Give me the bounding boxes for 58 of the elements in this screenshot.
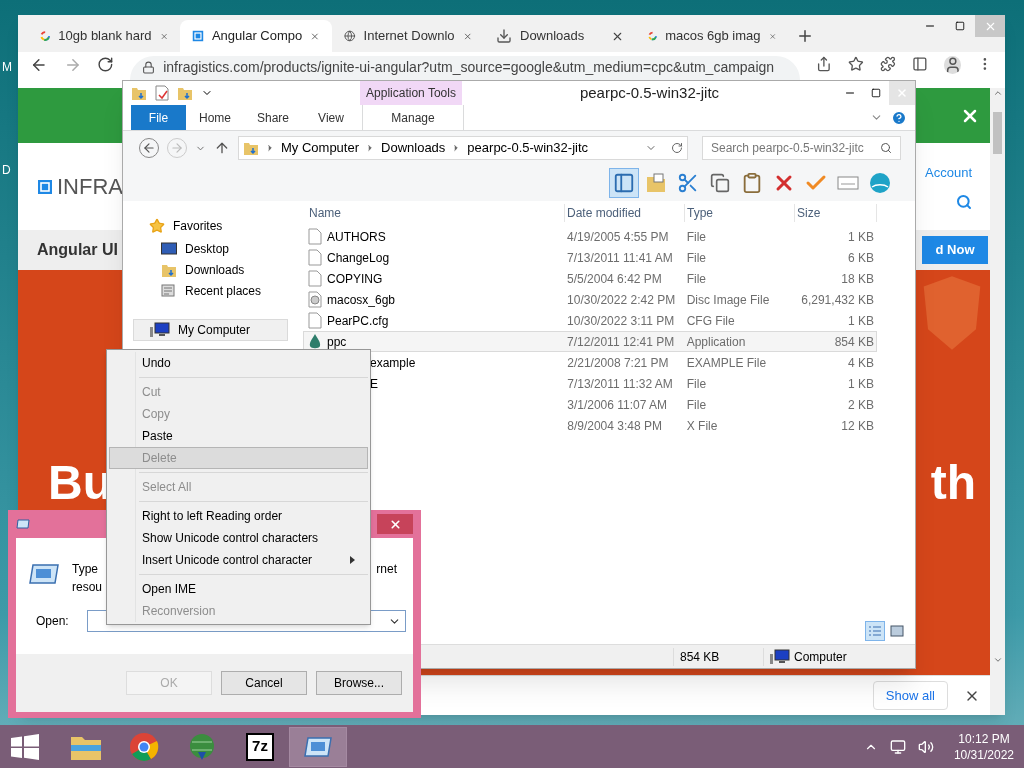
file-name: AUTHORS [327, 228, 386, 246]
size-cell-text: 1 KB [847, 375, 875, 393]
tab-title: Internet Downlo [363, 27, 455, 46]
open-label: Open: [36, 613, 69, 630]
size-cell-text: 18 KB [840, 270, 875, 288]
size-cell-text: 6 KB [847, 249, 875, 267]
archive-app-icon: 7z [246, 732, 274, 761]
tab-title: 10gb blank hard [58, 27, 152, 46]
type-cell-text: File [685, 375, 708, 393]
type-cell-text: File [685, 270, 707, 288]
file-name: ppc [327, 333, 347, 351]
date-cell-text: 10/30/2022 3:11 PM [566, 312, 676, 330]
file-name: E [370, 375, 378, 393]
context-group-label: Application Tools [366, 85, 456, 102]
date-cell-text: 8/9/2004 3:48 PM [566, 417, 663, 435]
date-cell-text: 10/30/2022 2:42 PM [566, 291, 677, 309]
status-size: 854 KB [673, 647, 763, 666]
file-name: example [370, 354, 416, 372]
logo-text: INFRA [57, 173, 123, 201]
hero-text: th [930, 454, 976, 511]
desktop-icon-label: D [2, 162, 11, 179]
size-cell-text: 6,291,432 KB [800, 291, 875, 309]
size-cell-text: 4 KB [847, 354, 875, 372]
type-cell-text: File [685, 228, 707, 246]
size-cell-text: 1 KB [847, 312, 875, 330]
type-cell-text: File [685, 249, 707, 267]
type-cell-text: X File [685, 417, 719, 435]
size-cell-text: 1 KB [847, 228, 875, 246]
status-location: Computer [794, 648, 847, 666]
type-cell-text: EXAMPLE File [685, 354, 768, 372]
size-cell-text: 854 KB [833, 333, 875, 351]
date-cell-text: 7/12/2011 12:41 PM [566, 333, 676, 351]
tab-title: Downloads [520, 27, 586, 46]
file-name: COPYING [327, 270, 383, 288]
type-cell-text: Disc Image File [685, 291, 771, 309]
description-text: Type [72, 561, 98, 578]
size-cell-text: 12 KB [840, 417, 875, 435]
date-cell-text: 7/13/2011 11:32 AM [566, 375, 674, 393]
size-cell-text: 2 KB [847, 396, 875, 414]
page-heading: Angular UI [37, 240, 118, 260]
file-name: ChangeLog [327, 249, 390, 267]
date-cell-text: 2/21/2008 7:21 PM [566, 354, 670, 372]
date-cell-text: 7/13/2011 11:41 AM [566, 249, 674, 267]
type-cell-text: CFG File [685, 312, 736, 330]
url-text: infragistics.com/products/ignite-ui-angular?utm_source=google&utm_medium=cpc&utm_campaign [163, 59, 775, 75]
date-cell-text: 5/5/2004 6:42 PM [566, 270, 663, 288]
description-text: resou [72, 579, 103, 596]
description-text: rnet [376, 561, 397, 578]
type-cell-text: File [685, 396, 708, 414]
date-cell-text: 3/1/2006 11:07 AM [566, 396, 669, 414]
tab-title: macos 6gb imag [665, 27, 761, 46]
date-cell-text: 4/19/2005 4:55 PM [566, 228, 670, 246]
file-name: PearPC.cfg [327, 312, 389, 330]
file-name: macosx_6gb [327, 291, 396, 309]
desktop-icon-label: M [2, 59, 12, 76]
tab-title: Angular Compo [211, 27, 303, 46]
window-title: pearpc-0.5-win32-jitc [578, 82, 721, 103]
type-cell-text: Application [685, 333, 747, 351]
